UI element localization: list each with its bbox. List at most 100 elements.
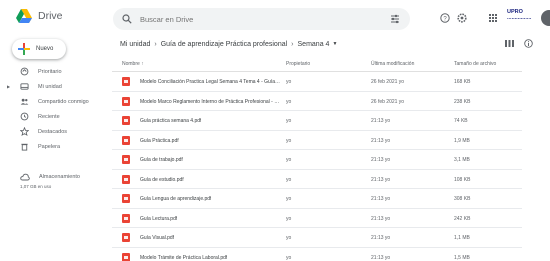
search-input[interactable] [140, 14, 360, 24]
breadcrumb: Mi unidad › Guía de aprendizaje Práctica… [120, 38, 337, 50]
file-owner: yo [286, 118, 292, 124]
file-owner: yo [286, 137, 292, 144]
breadcrumb-item-current[interactable]: Semana 4 [298, 41, 330, 48]
sidebar-item-shared[interactable]: Compartido conmigo [0, 94, 110, 109]
chevron-down-icon[interactable]: ▼ [332, 41, 337, 47]
table-row[interactable]: Modelo Trámite de Práctica Laboral.pdf yo… [112, 248, 522, 261]
settings-icon[interactable] [457, 13, 467, 23]
search-icon[interactable] [122, 14, 132, 24]
help-icon[interactable]: ? [440, 13, 450, 23]
clock-icon [20, 112, 29, 121]
breadcrumb-separator-icon: › [291, 40, 294, 48]
table-row[interactable]: Guía Lectura.pdf yo 21:13 yo 242 KB [112, 209, 522, 228]
account-avatar[interactable] [541, 10, 550, 26]
table-header: Nombre ↑ Propietario Última modificación… [112, 56, 522, 72]
file-name: Guía Visual.pdf [140, 235, 175, 241]
file-name: Guía de trabajo.pdf [140, 157, 183, 163]
file-owner: yo [286, 157, 292, 163]
file-name: Modelo Conciliación Practica Legal Seman… [140, 79, 280, 85]
column-header-size[interactable]: Tamaño de archivo [454, 61, 496, 67]
table-row[interactable]: Guía Lengua de aprendizaje.pdf yo 21:13 yo… [112, 189, 522, 209]
search-options-icon[interactable] [390, 14, 400, 24]
file-size: 3,1 MB [454, 157, 470, 163]
column-header-modified[interactable]: Última modificación [371, 61, 414, 67]
file-owner: yo [286, 98, 292, 105]
sidebar-item-starred[interactable]: Destacados [0, 124, 110, 139]
file-modified: 21:13 yo [371, 215, 391, 222]
file-size: 1,5 MB [454, 254, 470, 261]
file-name: Guía Lengua de aprendizaje.pdf [140, 196, 212, 202]
pdf-file-icon [122, 252, 130, 261]
file-modified: 21:13 yo [371, 118, 391, 124]
search-bar[interactable] [113, 8, 410, 30]
storage-label: Almacenamiento [39, 174, 80, 180]
pdf-file-icon [122, 213, 130, 223]
file-name: Guía Práctica.pdf [140, 137, 179, 144]
sidebar-item-recent[interactable]: Reciente [0, 109, 110, 124]
table-row[interactable]: Guía de trabajo.pdf yo 21:13 yo 3,1 MB [112, 150, 522, 170]
expand-caret-icon[interactable]: ▶ [7, 84, 10, 89]
file-size: 108 KB [454, 176, 471, 183]
drive-logo[interactable]: Drive [16, 9, 63, 23]
star-icon [20, 127, 29, 136]
top-bar: Drive ? UPRO ................ [0, 0, 550, 36]
file-size: 168 KB [454, 79, 471, 85]
file-name: Guía de estudio.pdf [140, 176, 184, 183]
file-modified: 21:13 yo [371, 176, 391, 183]
pdf-file-icon [122, 96, 130, 106]
file-owner: yo [286, 196, 292, 202]
sidebar-item-my-drive[interactable]: ▶ Mi unidad [0, 79, 110, 94]
breadcrumb-item-my-drive[interactable]: Mi unidad [120, 41, 150, 48]
plus-icon [18, 43, 30, 55]
file-owner: yo [286, 254, 292, 261]
table-row[interactable]: Guía Práctica.pdf yo 21:13 yo 1,9 MB [112, 131, 522, 150]
table-row[interactable]: Modelo Conciliación Practica Legal Seman… [112, 72, 522, 92]
table-row[interactable]: Guía de estudio.pdf yo 21:13 yo 108 KB [112, 170, 522, 189]
apps-grid-icon[interactable] [488, 13, 498, 23]
drive-logo-icon [16, 9, 32, 23]
file-modified: 21:13 yo [371, 235, 391, 241]
pdf-file-icon [122, 233, 130, 242]
sidebar-nav: Prioritario ▶ Mi unidad Compartido conmi… [0, 64, 110, 154]
column-header-name[interactable]: Nombre ↑ [122, 61, 144, 67]
shared-icon [20, 98, 29, 105]
file-name: Guía Lectura.pdf [140, 215, 178, 222]
file-name: Guía práctica semana 4.pdf [140, 118, 202, 124]
pdf-file-icon [122, 116, 130, 125]
home-icon [20, 67, 29, 76]
storage-used: 1,07 GB en uso [20, 184, 52, 189]
cloud-icon [20, 173, 30, 181]
drive-icon [20, 83, 29, 90]
breadcrumb-separator-icon: › [154, 40, 157, 48]
file-name: Modelo Trámite de Práctica Laboral.pdf [140, 254, 228, 261]
organization-badge[interactable]: UPRO ................ [507, 9, 543, 27]
sidebar-item-priority[interactable]: Prioritario [0, 64, 110, 79]
new-button[interactable]: Nuevo [12, 39, 66, 59]
app-title: Drive [38, 10, 63, 22]
file-name: Modelo Marco Reglamento Interno de Práct… [140, 98, 280, 105]
file-modified: 21:13 yo [371, 137, 391, 144]
breadcrumb-item-guide[interactable]: Guía de aprendizaje Práctica profesional [161, 41, 287, 48]
file-owner: yo [286, 79, 292, 85]
file-size: 242 KB [454, 215, 471, 222]
file-modified: 21:13 yo [371, 196, 391, 202]
file-modified: 21:13 yo [371, 254, 391, 261]
sidebar-item-trash[interactable]: Papelera [0, 139, 110, 154]
table-row[interactable]: Guía Visual.pdf yo 21:13 yo 1,1 MB [112, 228, 522, 248]
table-row[interactable]: Modelo Marco Reglamento Interno de Práct… [112, 92, 522, 111]
file-list: Nombre ↑ Propietario Última modificación… [112, 56, 522, 261]
pdf-file-icon [122, 155, 130, 164]
new-button-label: Nuevo [36, 46, 54, 52]
file-modified: 21:13 yo [371, 157, 391, 163]
info-icon[interactable] [524, 39, 533, 48]
storage-section[interactable]: Almacenamiento 1,07 GB en uso [20, 172, 110, 189]
list-view-icon[interactable] [505, 39, 514, 48]
column-header-owner[interactable]: Propietario [286, 61, 310, 67]
file-owner: yo [286, 215, 292, 222]
file-size: 308 KB [454, 196, 471, 202]
file-size: 1,9 MB [454, 137, 470, 144]
file-rows: Modelo Conciliación Practica Legal Seman… [112, 72, 522, 261]
table-row[interactable]: Guía práctica semana 4.pdf yo 21:13 yo 74 K… [112, 111, 522, 131]
sort-arrow-icon: ↑ [141, 61, 144, 67]
pdf-file-icon [122, 174, 130, 184]
